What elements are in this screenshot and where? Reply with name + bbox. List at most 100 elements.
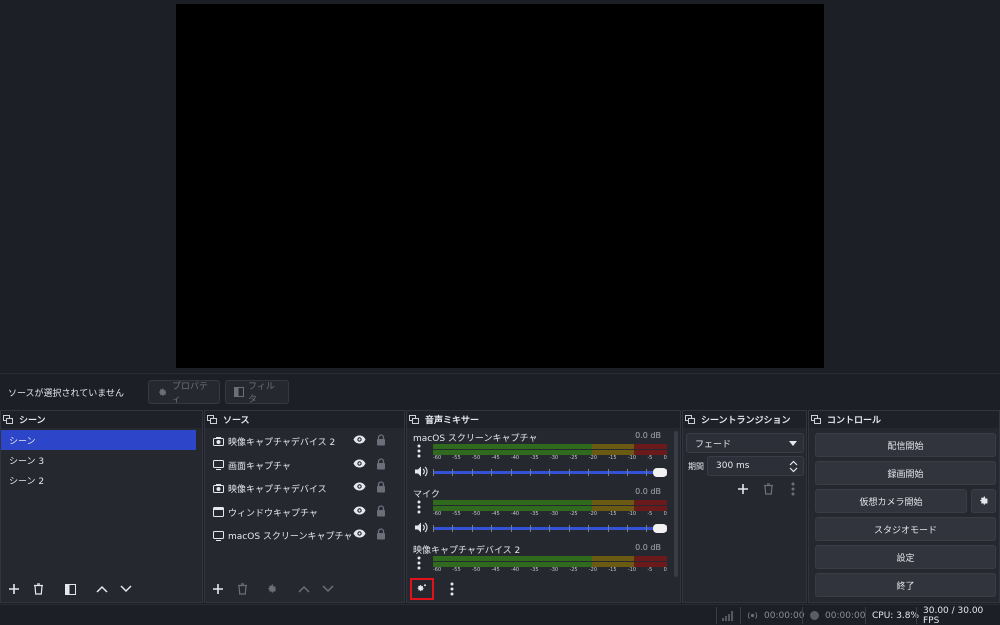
source-item[interactable]: ウィンドウキャプチャ xyxy=(205,501,404,525)
meter-tick-label: -60 xyxy=(433,511,442,517)
properties-label: プロパティ xyxy=(172,382,209,405)
slider-tick-mark xyxy=(627,525,629,532)
slider-tick-mark xyxy=(452,525,454,532)
kebab-menu-icon[interactable] xyxy=(417,556,421,570)
volume-slider-handle[interactable] xyxy=(653,468,667,477)
transitions-title: シーントランジション xyxy=(701,416,791,426)
move-scene-down-button[interactable] xyxy=(117,580,135,598)
scenes-title: シーン xyxy=(19,416,46,426)
sources-dock: ソース 映像キャプチャデバイス 2 画面キャプチャ 映像キャプチャデバイス ウィ… xyxy=(204,410,405,603)
start-streaming-button[interactable]: 配信開始 xyxy=(815,433,996,457)
spin-arrows-icon[interactable] xyxy=(789,460,798,473)
stream-status: 00:00:00 xyxy=(747,605,804,625)
advanced-audio-properties-button[interactable] xyxy=(410,578,434,600)
eye-icon[interactable] xyxy=(353,506,366,515)
sources-list: 映像キャプチャデバイス 2 画面キャプチャ 映像キャプチャデバイス ウィンドウキ… xyxy=(205,428,404,548)
start-virtual-camera-button[interactable]: 仮想カメラ開始 xyxy=(815,489,967,513)
dock-float-icon[interactable] xyxy=(811,415,821,424)
camera-icon xyxy=(213,484,224,494)
source-properties-button[interactable] xyxy=(263,580,281,598)
scene-item-label: シーン 2 xyxy=(9,476,45,487)
transition-select[interactable]: フェード xyxy=(686,433,804,453)
speaker-icon[interactable] xyxy=(415,466,428,477)
duration-value: 300 ms xyxy=(716,461,750,471)
settings-button[interactable]: 設定 xyxy=(815,545,996,569)
slider-tick-mark xyxy=(588,469,590,476)
remove-source-button[interactable] xyxy=(233,580,251,598)
meter-tick-label: 0 xyxy=(663,455,667,461)
eye-icon[interactable] xyxy=(353,482,366,491)
move-scene-up-button[interactable] xyxy=(93,580,111,598)
speaker-icon[interactable] xyxy=(415,522,428,533)
slider-tick-mark xyxy=(568,469,570,476)
preview-canvas[interactable] xyxy=(176,4,824,368)
move-source-up-button[interactable] xyxy=(295,580,313,598)
volume-slider-handle[interactable] xyxy=(653,524,667,533)
add-transition-button[interactable] xyxy=(734,480,752,498)
status-separator xyxy=(716,607,717,624)
controls-title: コントロール xyxy=(827,416,882,426)
channel-name: マイク xyxy=(413,490,440,500)
sources-toolbar xyxy=(205,576,404,602)
filters-label: フィルタ xyxy=(248,382,275,405)
stream-icon xyxy=(747,611,758,620)
filters-button[interactable]: フィルタ xyxy=(225,380,289,405)
kebab-menu-icon[interactable] xyxy=(417,444,421,458)
dock-float-icon[interactable] xyxy=(207,415,217,424)
eye-icon[interactable] xyxy=(353,435,366,444)
studio-mode-label: スタジオモード xyxy=(873,525,937,536)
slider-tick-mark xyxy=(471,469,473,476)
status-separator xyxy=(865,607,866,624)
mixer-menu-button[interactable] xyxy=(443,580,461,598)
duration-spinbox[interactable]: 300 ms xyxy=(707,456,804,476)
lock-icon[interactable] xyxy=(376,504,386,517)
eye-icon[interactable] xyxy=(353,529,366,538)
start-recording-button[interactable]: 録画開始 xyxy=(815,461,996,485)
dock-float-icon[interactable] xyxy=(3,415,13,424)
meter-tick-label: -50 xyxy=(471,511,481,517)
source-item[interactable]: 映像キャプチャデバイス xyxy=(205,477,404,501)
eye-icon[interactable] xyxy=(353,459,366,468)
scene-item[interactable]: シーン 2 xyxy=(1,470,202,490)
kebab-menu-icon[interactable] xyxy=(417,500,421,514)
sources-title: ソース xyxy=(223,416,250,426)
slider-ticks xyxy=(433,469,667,476)
channel-db: 0.0 dB xyxy=(635,431,661,440)
lock-icon[interactable] xyxy=(376,481,386,493)
remove-scene-button[interactable] xyxy=(29,580,47,598)
meter-tick-label: -30 xyxy=(549,511,559,517)
properties-button[interactable]: プロパティ xyxy=(148,380,220,405)
dock-float-icon[interactable] xyxy=(409,415,419,424)
source-item[interactable]: macOS スクリーンキャプチャ xyxy=(205,524,404,548)
stream-time: 00:00:00 xyxy=(764,610,805,621)
source-item[interactable]: 画面キャプチャ xyxy=(205,454,404,478)
level-meter xyxy=(433,500,667,505)
dock-float-icon[interactable] xyxy=(685,415,695,424)
lock-icon[interactable] xyxy=(376,528,386,540)
remove-transition-button[interactable] xyxy=(759,480,777,498)
caret-down-icon xyxy=(789,441,797,446)
scene-transitions-dock: シーントランジション フェード 期間 300 ms xyxy=(682,410,807,603)
lock-icon[interactable] xyxy=(376,434,386,446)
transition-menu-button[interactable] xyxy=(784,480,802,498)
add-scene-button[interactable] xyxy=(5,580,23,598)
scene-item[interactable]: シーン 3 xyxy=(1,450,202,470)
scene-filters-button[interactable] xyxy=(61,580,79,598)
meter-tick-label: -45 xyxy=(491,511,500,517)
studio-mode-button[interactable]: スタジオモード xyxy=(815,517,996,541)
monitor-icon xyxy=(213,530,224,541)
slider-tick-mark xyxy=(452,469,454,476)
window-icon xyxy=(213,507,224,518)
scene-item[interactable]: シーン xyxy=(1,430,196,450)
virtual-camera-settings-button[interactable] xyxy=(971,489,996,513)
add-source-button[interactable] xyxy=(209,580,227,598)
source-item[interactable]: 映像キャプチャデバイス 2 xyxy=(205,430,404,454)
slider-tick-mark xyxy=(588,525,590,532)
move-source-down-button[interactable] xyxy=(319,580,337,598)
monitor-icon xyxy=(213,460,224,471)
mixer-scrollbar[interactable] xyxy=(674,431,678,577)
lock-icon[interactable] xyxy=(376,457,386,470)
slider-tick-mark xyxy=(530,469,532,476)
sources-dock-header: ソース xyxy=(205,411,404,428)
exit-button[interactable]: 終了 xyxy=(815,573,996,597)
